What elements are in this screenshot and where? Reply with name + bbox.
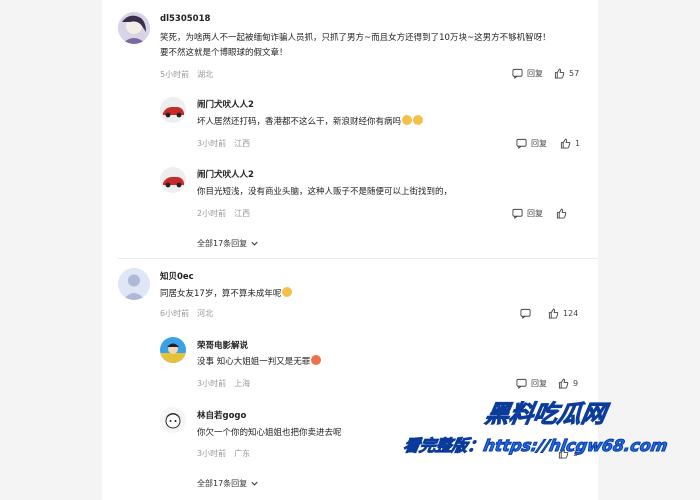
reply-text-content: 没事 知心大姐姐一判又是无罪: [197, 357, 311, 367]
avatar[interactable]: [160, 337, 186, 363]
comment-bubble-icon: [512, 208, 523, 219]
reply-button[interactable]: 回复: [512, 68, 543, 79]
avatar[interactable]: [118, 12, 150, 44]
like-button[interactable]: 9: [558, 378, 578, 389]
chevron-down-icon: [251, 481, 258, 486]
like-count: 9: [573, 379, 579, 388]
thumbs-up-icon: [548, 308, 559, 319]
avatar[interactable]: [160, 97, 186, 123]
expand-replies-label: 全部17条回复: [197, 239, 248, 248]
comment-text: 同居女友17岁，算不算未成年呢: [160, 287, 590, 302]
thumbs-up-icon: [560, 138, 571, 149]
reply-label: 回复: [531, 139, 547, 148]
comment-time: 6小时前: [160, 309, 190, 318]
comment-bubble-icon: [516, 378, 527, 389]
like-count: 1: [575, 139, 581, 148]
reply-label: 回复: [527, 69, 543, 78]
comment-text-line: 笑死，为啥两人不一起被缅甸诈骗人员抓，只抓了男方~而且女方还得到了10万块~这男…: [160, 33, 551, 43]
comment-bubble-icon: [512, 68, 523, 79]
expand-replies-button[interactable]: 全部17条回复: [197, 238, 259, 249]
like-button[interactable]: 124: [548, 308, 578, 319]
reply-label: 回复: [531, 379, 547, 388]
reply-time: 2小时前: [197, 209, 227, 218]
smile-emoji-icon: [402, 115, 413, 125]
reply-time: 3小时前: [197, 379, 227, 388]
comment-username[interactable]: dl5305018: [160, 14, 210, 24]
reply-location: 江西: [234, 139, 251, 148]
comment-text: 笑死，为啥两人不一起被缅甸诈骗人员抓，只抓了男方~而且女方还得到了10万块~这男…: [160, 31, 590, 61]
wink-emoji-icon: [413, 115, 424, 125]
reply-button[interactable]: 回复: [516, 138, 547, 149]
reply-location: 上海: [234, 379, 251, 388]
reply-button[interactable]: [520, 308, 535, 319]
comment-location: 河北: [197, 309, 214, 318]
comment-bubble-icon: [516, 138, 527, 149]
reply-text: 坏人居然还打码，香港都不这么干，新浪财经你有病吗: [197, 115, 587, 130]
reply-meta: 2小时前 江西: [197, 208, 258, 219]
reply-text-content: 坏人居然还打码，香港都不这么干，新浪财经你有病吗: [197, 117, 402, 127]
reply-location: 江西: [234, 209, 251, 218]
reply-location: 广东: [234, 449, 251, 458]
reply-meta: 3小时前 江西: [197, 138, 258, 149]
like-button[interactable]: 1: [560, 138, 580, 149]
reply-username[interactable]: 闹门犬吠人人2: [197, 98, 254, 110]
watermark-logo: 黑料吃瓜网: [483, 400, 609, 429]
comment-location: 湖北: [197, 70, 214, 79]
comment-text-content: 同居女友17岁，算不算未成年呢: [160, 289, 282, 299]
reply-time: 3小时前: [197, 449, 227, 458]
comment-username[interactable]: 知贝0ec: [160, 270, 194, 282]
avatar[interactable]: [118, 268, 150, 300]
reply-username[interactable]: 闹门犬吠人人2: [197, 168, 254, 180]
expand-replies-label: 全部17条回复: [197, 479, 248, 488]
comment-time: 5小时前: [160, 70, 190, 79]
reply-time: 3小时前: [197, 139, 227, 148]
like-count: 57: [569, 69, 580, 78]
reply-meta: 3小时前 广东: [197, 448, 258, 459]
divider: [118, 258, 598, 259]
like-count: 124: [563, 309, 579, 318]
comment-text-line: 要不然这就是个博眼球的假文章！: [160, 48, 288, 58]
expand-replies-button[interactable]: 全部17条回复: [197, 478, 259, 489]
thumbs-up-icon: [558, 378, 569, 389]
grimace-emoji-icon: [311, 355, 322, 365]
reply-text: 你目光短浅，没有商业头脑，这种人贩子不是随便可以上街找到的，: [197, 187, 453, 197]
like-button[interactable]: 57: [554, 68, 579, 79]
reply-meta: 3小时前 上海: [197, 378, 258, 389]
reply-button[interactable]: 回复: [512, 208, 543, 219]
reply-text: 没事 知心大姐姐一判又是无罪: [197, 355, 587, 370]
chevron-down-icon: [251, 241, 258, 246]
reply-label: 回复: [527, 209, 543, 218]
comment-bubble-icon: [520, 308, 531, 319]
laugh-emoji-icon: [282, 287, 293, 297]
thumbs-up-icon: [556, 208, 567, 219]
reply-username[interactable]: 林自若gogo: [197, 409, 246, 421]
comment-meta: 6小时前 河北: [160, 308, 221, 319]
reply-username[interactable]: 荣哥电影解说: [197, 339, 248, 351]
like-button[interactable]: [556, 208, 571, 219]
avatar[interactable]: [160, 407, 186, 433]
thumbs-up-icon: [554, 68, 565, 79]
watermark-text: 看完整版：https://hlcgw68.com: [402, 436, 670, 456]
comment-meta: 5小时前 湖北: [160, 69, 221, 80]
avatar[interactable]: [160, 167, 186, 193]
reply-button[interactable]: 回复: [516, 378, 547, 389]
